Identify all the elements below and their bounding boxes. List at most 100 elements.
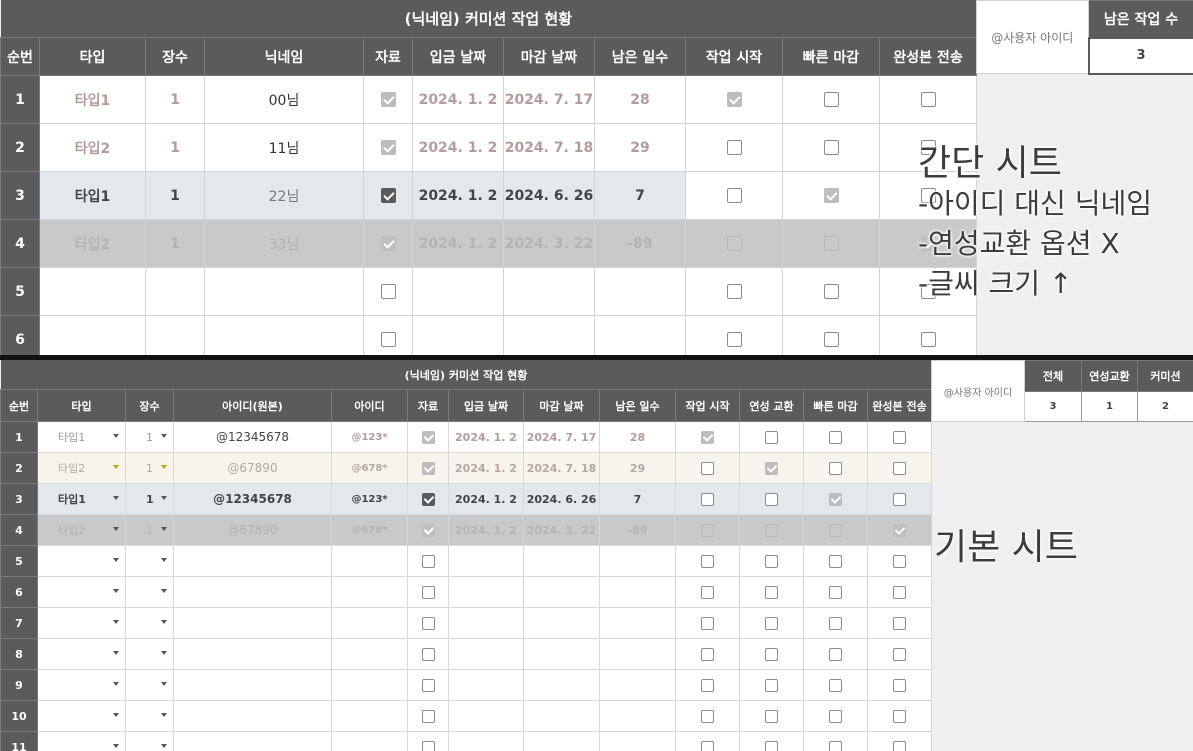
material-checkbox[interactable] xyxy=(421,647,435,661)
rush-checkbox[interactable] xyxy=(829,492,842,506)
delivered-checkbox[interactable] xyxy=(893,585,907,599)
art-trade-checkbox[interactable] xyxy=(765,616,778,630)
chevron-down-icon[interactable] xyxy=(161,496,167,500)
rush-checkbox[interactable] xyxy=(829,740,842,751)
work-start-checkbox[interactable] xyxy=(701,678,714,692)
material-checkbox[interactable] xyxy=(380,140,396,155)
count-cell[interactable] xyxy=(145,315,205,355)
chevron-down-icon[interactable] xyxy=(161,682,167,686)
due-date-cell[interactable]: 2024. 7. 17 xyxy=(523,421,600,453)
rush-checkbox[interactable] xyxy=(829,554,842,568)
rush-checkbox[interactable] xyxy=(829,461,842,475)
work-start-checkbox[interactable] xyxy=(726,140,742,155)
id-cell[interactable] xyxy=(331,700,408,732)
due-date-cell[interactable]: 2024. 7. 18 xyxy=(503,123,595,172)
nickname-cell[interactable]: 00님 xyxy=(204,75,364,124)
paid-date-cell[interactable]: 2024. 1. 2 xyxy=(448,483,524,515)
type-dropdown[interactable] xyxy=(37,700,126,732)
count-cell[interactable]: 1 xyxy=(145,219,205,268)
material-checkbox[interactable] xyxy=(380,332,396,347)
count-cell[interactable]: 1 xyxy=(145,171,205,220)
type-dropdown[interactable] xyxy=(37,545,126,577)
chevron-down-icon[interactable] xyxy=(161,744,167,748)
count-dropdown[interactable] xyxy=(125,731,174,751)
chevron-down-icon[interactable] xyxy=(161,713,167,717)
rush-checkbox[interactable] xyxy=(823,188,839,203)
delivered-checkbox[interactable] xyxy=(893,616,907,630)
due-date-cell[interactable] xyxy=(523,607,600,639)
nickname-cell[interactable]: 22님 xyxy=(204,171,364,220)
art-trade-checkbox[interactable] xyxy=(765,554,778,568)
work-start-checkbox[interactable] xyxy=(701,616,714,630)
rush-checkbox[interactable] xyxy=(829,430,842,444)
rush-checkbox[interactable] xyxy=(829,616,842,630)
work-start-checkbox[interactable] xyxy=(726,236,742,251)
chevron-down-icon[interactable] xyxy=(161,527,167,531)
material-checkbox[interactable] xyxy=(380,236,396,251)
paid-date-cell[interactable]: 2024. 1. 2 xyxy=(448,514,524,546)
nickname-cell[interactable]: 33님 xyxy=(204,219,364,268)
work-start-checkbox[interactable] xyxy=(701,554,714,568)
chevron-down-icon[interactable] xyxy=(113,589,119,593)
art-trade-checkbox[interactable] xyxy=(765,492,778,506)
delivered-checkbox[interactable] xyxy=(893,554,907,568)
type-dropdown[interactable]: 타입2 xyxy=(37,514,126,546)
work-start-checkbox[interactable] xyxy=(701,461,714,475)
work-start-checkbox[interactable] xyxy=(726,332,742,347)
material-checkbox[interactable] xyxy=(421,709,435,723)
nickname-cell[interactable] xyxy=(204,315,364,355)
chevron-down-icon[interactable] xyxy=(113,496,119,500)
delivered-checkbox[interactable] xyxy=(893,523,907,537)
work-start-checkbox[interactable] xyxy=(701,647,714,661)
id-original-cell[interactable] xyxy=(173,545,332,577)
type-dropdown[interactable] xyxy=(37,731,126,751)
id-original-cell[interactable] xyxy=(173,607,332,639)
id-cell[interactable] xyxy=(331,607,408,639)
chevron-down-icon[interactable] xyxy=(113,620,119,624)
id-cell[interactable] xyxy=(331,669,408,701)
delivered-checkbox[interactable] xyxy=(893,678,907,692)
id-cell[interactable]: @123* xyxy=(331,421,408,453)
material-checkbox[interactable] xyxy=(421,740,435,751)
delivered-checkbox[interactable] xyxy=(893,461,907,475)
rush-checkbox[interactable] xyxy=(829,523,842,537)
type-dropdown[interactable] xyxy=(37,638,126,670)
chevron-down-icon[interactable] xyxy=(161,651,167,655)
paid-date-cell[interactable]: 2024. 1. 2 xyxy=(448,421,524,453)
id-original-cell[interactable] xyxy=(173,638,332,670)
paid-date-cell[interactable] xyxy=(412,267,504,316)
paid-date-cell[interactable] xyxy=(448,731,524,751)
paid-date-cell[interactable]: 2024. 1. 2 xyxy=(412,171,504,220)
rush-checkbox[interactable] xyxy=(829,647,842,661)
id-original-cell[interactable]: @12345678 xyxy=(173,483,332,515)
type-dropdown[interactable] xyxy=(37,576,126,608)
material-checkbox[interactable] xyxy=(421,554,435,568)
material-checkbox[interactable] xyxy=(380,188,396,203)
id-cell[interactable]: @678* xyxy=(331,514,408,546)
paid-date-cell[interactable]: 2024. 1. 2 xyxy=(448,452,524,484)
count-dropdown[interactable]: 1 xyxy=(125,421,174,453)
nickname-cell[interactable]: 11님 xyxy=(204,123,364,172)
due-date-cell[interactable] xyxy=(523,576,600,608)
art-trade-checkbox[interactable] xyxy=(765,740,778,751)
type-dropdown[interactable]: 타입1 xyxy=(37,483,126,515)
chevron-down-icon[interactable] xyxy=(161,434,167,438)
type-cell[interactable] xyxy=(39,315,146,355)
rush-checkbox[interactable] xyxy=(829,709,842,723)
work-start-checkbox[interactable] xyxy=(726,188,742,203)
work-start-checkbox[interactable] xyxy=(701,492,714,506)
due-date-cell[interactable] xyxy=(503,267,595,316)
material-checkbox[interactable] xyxy=(421,492,435,506)
type-cell[interactable]: 타입1 xyxy=(39,171,146,220)
due-date-cell[interactable] xyxy=(523,545,600,577)
chevron-down-icon[interactable] xyxy=(113,527,119,531)
chevron-down-icon[interactable] xyxy=(113,744,119,748)
delivered-checkbox[interactable] xyxy=(893,647,907,661)
art-trade-checkbox[interactable] xyxy=(765,709,778,723)
id-cell[interactable] xyxy=(331,545,408,577)
rush-checkbox[interactable] xyxy=(823,284,839,299)
rush-checkbox[interactable] xyxy=(823,236,839,251)
art-trade-checkbox[interactable] xyxy=(765,430,778,444)
rush-checkbox[interactable] xyxy=(823,92,839,107)
count-dropdown[interactable] xyxy=(125,669,174,701)
